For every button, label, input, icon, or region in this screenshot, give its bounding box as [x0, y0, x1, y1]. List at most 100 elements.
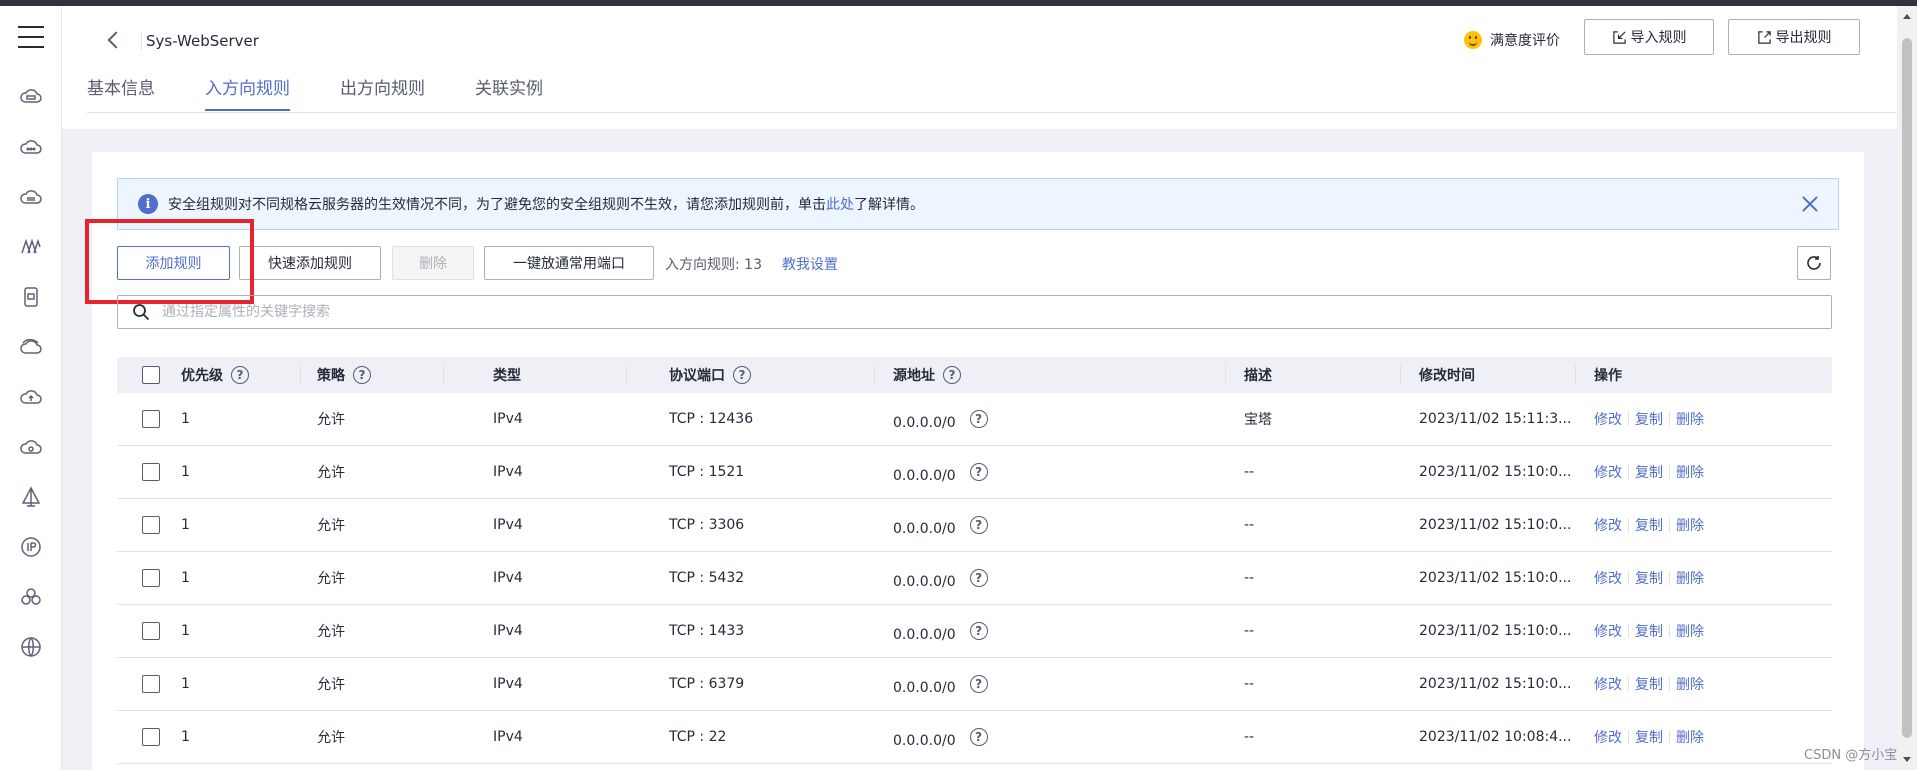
column-policy: 策略 [317, 368, 345, 384]
column-divider [443, 365, 444, 385]
help-icon[interactable]: ? [733, 366, 751, 384]
help-icon[interactable]: ? [969, 675, 988, 693]
row-checkbox[interactable] [142, 622, 160, 640]
edit-rule-link[interactable]: 修改 [1594, 568, 1622, 588]
row-checkbox[interactable] [142, 675, 160, 693]
copy-rule-link[interactable]: 复制 [1635, 727, 1663, 747]
page-scrollbar[interactable] [1897, 6, 1917, 770]
tent-icon[interactable] [18, 484, 44, 510]
cloud-upload-icon[interactable] [18, 384, 44, 410]
protocol-port-cell: TCP : 12436 [669, 411, 754, 427]
refresh-icon [1807, 256, 1821, 270]
column-divider [300, 365, 301, 385]
help-icon[interactable]: ? [969, 569, 988, 587]
add-rule-button[interactable]: 添加规则 [117, 246, 230, 280]
satisfaction-rating[interactable]: 满意度评价 [1464, 30, 1560, 50]
column-divider [874, 365, 875, 385]
action-divider [1669, 677, 1670, 691]
edit-rule-link[interactable]: 修改 [1594, 462, 1622, 482]
edit-rule-link[interactable]: 修改 [1594, 409, 1622, 429]
tab-outbound-rules[interactable]: 出方向规则 [340, 74, 425, 111]
help-icon[interactable]: ? [969, 728, 988, 746]
copy-rule-link[interactable]: 复制 [1635, 515, 1663, 535]
import-rules-button[interactable]: 导入规则 [1584, 19, 1714, 55]
refresh-button[interactable] [1797, 246, 1831, 280]
delete-rule-link[interactable]: 删除 [1676, 621, 1704, 641]
edit-rule-link[interactable]: 修改 [1594, 515, 1622, 535]
description-cell: -- [1244, 517, 1255, 533]
edit-rule-link[interactable]: 修改 [1594, 727, 1622, 747]
copy-rule-link[interactable]: 复制 [1635, 409, 1663, 429]
open-common-ports-button[interactable]: 一键放通常用端口 [484, 246, 654, 280]
protocol-port-cell: TCP : 6379 [669, 676, 745, 692]
copy-rule-link[interactable]: 复制 [1635, 621, 1663, 641]
help-icon[interactable]: ? [353, 366, 371, 384]
select-all-checkbox[interactable] [142, 366, 160, 384]
scroll-thumb[interactable] [1902, 38, 1912, 738]
delete-rule-link[interactable]: 删除 [1676, 674, 1704, 694]
watermark: CSDN @方小宝 [1804, 748, 1898, 763]
quick-add-rule-button[interactable]: 快速添加规则 [239, 246, 381, 280]
export-rules-button[interactable]: 导出规则 [1728, 19, 1860, 55]
menu-icon[interactable] [18, 26, 44, 48]
delete-rule-link[interactable]: 删除 [1676, 409, 1704, 429]
search-input[interactable] [162, 304, 1762, 320]
copy-rule-link[interactable]: 复制 [1635, 462, 1663, 482]
search-bar[interactable] [117, 295, 1832, 329]
scroll-up-arrow[interactable] [1903, 14, 1911, 19]
row-checkbox[interactable] [142, 728, 160, 746]
globe-icon[interactable] [18, 634, 44, 660]
alert-text: 安全组规则对不同规格云服务器的生效情况不同，为了避免您的安全组规则不生效，请您添… [168, 197, 826, 213]
source-address-cell: 0.0.0.0/0 [893, 468, 956, 484]
scroll-down-arrow[interactable] [1903, 757, 1911, 762]
edit-rule-link[interactable]: 修改 [1594, 621, 1622, 641]
copy-rule-link[interactable]: 复制 [1635, 674, 1663, 694]
cloud-server-icon[interactable] [18, 84, 44, 110]
row-checkbox[interactable] [142, 516, 160, 534]
help-icon[interactable]: ? [969, 410, 988, 428]
row-checkbox[interactable] [142, 410, 160, 428]
type-cell: IPv4 [493, 570, 523, 586]
alert-details-link[interactable]: 此处 [826, 194, 854, 214]
delete-rule-link[interactable]: 删除 [1676, 515, 1704, 535]
help-setup-link[interactable]: 教我设置 [782, 254, 838, 274]
delete-rule-link[interactable]: 删除 [1676, 727, 1704, 747]
action-divider [1628, 465, 1629, 479]
network-icon[interactable] [18, 234, 44, 260]
ip-icon[interactable] [18, 534, 44, 560]
action-divider [1628, 624, 1629, 638]
delete-button[interactable]: 删除 [392, 246, 474, 280]
smiley-icon [1464, 31, 1482, 49]
description-cell: -- [1244, 464, 1255, 480]
priority-cell: 1 [181, 517, 190, 533]
help-icon[interactable]: ? [969, 622, 988, 640]
modified-time-cell: 2023/11/02 15:10:0... [1419, 464, 1572, 480]
delete-rule-link[interactable]: 删除 [1676, 568, 1704, 588]
alert-text-suffix: 了解详情。 [854, 197, 924, 213]
cloud-sync-icon[interactable] [18, 334, 44, 360]
back-icon[interactable] [102, 28, 126, 52]
cloud-settings-icon[interactable] [18, 434, 44, 460]
page-header: Sys-WebServer 满意度评价 导入规则 导出规则 基本信息 入方向规则… [62, 6, 1897, 129]
edit-rule-link[interactable]: 修改 [1594, 674, 1622, 694]
help-icon[interactable]: ? [969, 463, 988, 481]
close-icon[interactable] [1800, 194, 1820, 214]
device-icon[interactable] [18, 284, 44, 310]
tab-associated-instances[interactable]: 关联实例 [475, 74, 543, 111]
cloud-icon[interactable] [18, 134, 44, 160]
tab-inbound-rules[interactable]: 入方向规则 [205, 74, 290, 111]
storage-icon[interactable] [18, 184, 44, 210]
copy-rule-link[interactable]: 复制 [1635, 568, 1663, 588]
help-icon[interactable]: ? [943, 366, 961, 384]
policy-cell: 允许 [317, 465, 345, 481]
policy-cell: 允许 [317, 677, 345, 693]
column-divider [1575, 365, 1576, 385]
help-icon[interactable]: ? [231, 366, 249, 384]
modified-time-cell: 2023/11/02 15:10:0... [1419, 517, 1572, 533]
row-checkbox[interactable] [142, 463, 160, 481]
delete-rule-link[interactable]: 删除 [1676, 462, 1704, 482]
cluster-icon[interactable] [18, 584, 44, 610]
tab-basic-info[interactable]: 基本信息 [87, 74, 155, 111]
help-icon[interactable]: ? [969, 516, 988, 534]
row-checkbox[interactable] [142, 569, 160, 587]
